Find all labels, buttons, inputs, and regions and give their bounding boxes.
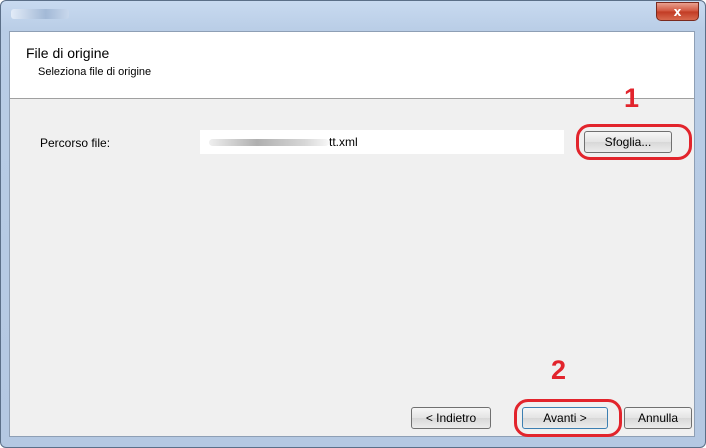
close-button[interactable]: x — [656, 2, 699, 21]
back-button[interactable]: < Indietro — [411, 407, 491, 429]
cancel-button[interactable]: Annulla — [624, 407, 692, 429]
page-subtitle: Seleziona file di origine — [38, 66, 152, 78]
file-path-label: Percorso file: — [40, 136, 111, 150]
dialog-client-area: File di origine Seleziona file di origin… — [9, 31, 695, 437]
blurred-path-text — [209, 139, 329, 146]
dialog-window: x File di origine Seleziona file di orig… — [0, 0, 706, 448]
step-1-label: 1 — [624, 83, 640, 113]
file-path-value: tt.xml — [329, 135, 358, 149]
wizard-header: File di origine Seleziona file di origin… — [10, 32, 694, 99]
browse-button[interactable]: Sfoglia... — [584, 131, 672, 153]
title-bar[interactable]: x — [1, 1, 705, 31]
step-2-label: 2 — [551, 355, 567, 385]
next-button[interactable]: Avanti > — [522, 407, 608, 429]
file-path-field[interactable]: tt.xml — [200, 130, 564, 154]
window-title-blurred — [11, 9, 69, 19]
page-title: File di origine — [26, 45, 110, 61]
